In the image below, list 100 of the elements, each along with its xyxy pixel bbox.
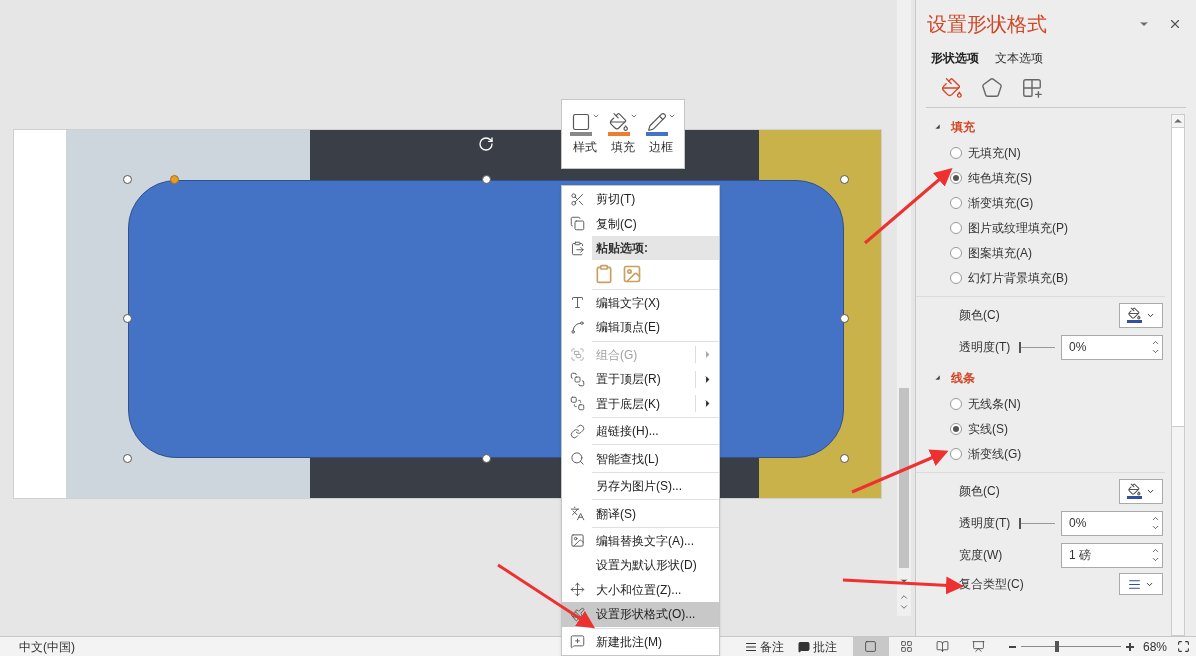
scrollbar-thumb[interactable] [899,388,909,568]
radio-label[interactable]: 无填充(N) [968,143,1021,162]
resize-handle[interactable] [482,175,491,184]
pentagon-icon[interactable] [981,77,1003,99]
normal-view-icon [864,640,878,653]
resize-handle[interactable] [482,454,491,463]
field-label: 透明度(T) [959,339,1012,356]
menu-item[interactable]: 智能查找(L) [562,446,719,471]
pane-scrollbar[interactable] [1171,114,1185,636]
brush-icon [569,606,585,622]
section-title[interactable]: 线条 [951,369,975,387]
previous-slide-icon[interactable] [899,592,909,602]
radio-button[interactable] [950,422,962,435]
zoom-level[interactable]: 68% [1142,637,1167,656]
notes-button[interactable]: 备注 [744,637,784,656]
menu-item[interactable]: 剪切(T) [562,187,719,212]
adjust-handle[interactable] [170,175,179,184]
menu-item[interactable]: 超链接(H)... [562,418,719,444]
toolbar-button[interactable]: 边框 [646,112,676,156]
toolbar-button[interactable]: 样式 [570,112,600,156]
radio-button[interactable] [950,221,962,234]
radio-label[interactable]: 幻灯片背景填充(B) [968,268,1068,287]
caret-icon [630,112,638,120]
resize-handle[interactable] [840,314,849,323]
slider-track[interactable] [1019,517,1055,529]
menu-item[interactable]: 设置为默认形状(D) [562,553,719,578]
paste-picture-icon[interactable] [622,264,642,285]
radio-button[interactable] [950,146,962,159]
caret-icon [668,112,676,120]
menu-item[interactable]: 复制(C) [562,211,719,236]
pane-tab[interactable]: 文本选项 [995,49,1043,67]
slider-track[interactable] [1019,341,1055,353]
zoom-slider-track[interactable] [1020,641,1121,652]
vertical-scrollbar[interactable] [897,0,911,616]
radio-label[interactable]: 纯色填充(S) [968,168,1032,187]
color-picker-button[interactable] [1119,478,1163,504]
next-slide-icon[interactable] [899,602,909,612]
scissors-icon [569,191,585,207]
compound-type-dropdown[interactable] [1119,573,1163,595]
fit-slide-icon[interactable] [1177,640,1190,653]
slideshow-icon [972,640,986,653]
field-label: 颜色(C) [959,483,1001,500]
copy-icon [569,216,585,232]
zoom-out-icon[interactable] [1008,645,1016,648]
radio-button[interactable] [950,397,962,410]
fill-line-icon[interactable] [941,77,963,99]
menu-item[interactable]: 翻译(S) [562,501,719,526]
radio-label[interactable]: 渐变线(G) [968,444,1022,463]
comments-button[interactable]: 批注 [797,637,837,656]
group-icon [569,347,585,363]
section-title[interactable]: 填充 [951,118,975,136]
lines-icon [1128,577,1141,591]
menu-item[interactable]: 置于顶层(R) [562,367,719,392]
paint-bucket-icon [1128,483,1141,496]
toolbar-button[interactable]: 填充 [608,112,638,156]
menu-item[interactable]: 新建批注(M) [562,629,719,654]
radio-label[interactable]: 渐变填充(G) [968,193,1034,212]
menu-item[interactable]: 编辑文字(X) [562,290,719,316]
radio-label[interactable]: 实线(S) [968,419,1008,438]
resize-icon [569,582,585,598]
menu-item[interactable]: 编辑替换文字(A)... [562,528,719,554]
menu-item[interactable]: 另存为图片(S)... [562,473,719,499]
paint-bucket-icon [609,112,629,132]
zoom-in-icon[interactable] [1125,642,1134,651]
radio-label[interactable]: 无线条(N) [968,394,1021,413]
menu-item[interactable]: 大小和位置(Z)... [562,577,719,603]
radio-button[interactable] [950,246,962,259]
spin-field[interactable]: 0% [1061,334,1163,360]
resize-handle[interactable] [123,314,132,323]
resize-handle[interactable] [840,175,849,184]
view-button[interactable] [852,637,889,656]
close-icon[interactable] [1168,17,1182,31]
zoom-slider-thumb[interactable] [1054,641,1059,652]
language-status[interactable]: 中文(中国) [19,637,75,656]
radio-button[interactable] [950,271,962,284]
send-back-icon [569,396,585,412]
paste-icon[interactable] [594,264,614,285]
color-picker-button[interactable] [1119,302,1163,328]
pane-title: 设置形状格式 [927,12,1047,37]
resize-handle[interactable] [123,454,132,463]
size-properties-icon[interactable] [1021,77,1043,99]
comment-icon [797,640,810,653]
field-label: 透明度(T) [959,515,1012,532]
field-label: 宽度(W) [959,547,1004,564]
translate-icon [569,506,585,521]
radio-button[interactable] [950,196,962,209]
radio-button[interactable] [950,447,962,460]
pane-tab[interactable]: 形状选项 [931,49,979,67]
radio-label[interactable]: 图片或纹理填充(P) [968,218,1068,237]
resize-handle[interactable] [840,454,849,463]
menu-item[interactable]: 置于底层(K) [562,391,719,416]
menu-item[interactable]: 编辑顶点(E) [562,315,719,340]
spin-field[interactable]: 1 磅 [1061,542,1163,568]
radio-label[interactable]: 图案填充(A) [968,243,1032,262]
resize-handle[interactable] [123,175,132,184]
rotate-handle-icon[interactable] [478,136,494,152]
radio-button[interactable] [950,171,962,184]
spin-field[interactable]: 0% [1061,510,1163,536]
image-icon [569,533,585,549]
menu-item[interactable]: 设置形状格式(O)... [562,602,719,627]
